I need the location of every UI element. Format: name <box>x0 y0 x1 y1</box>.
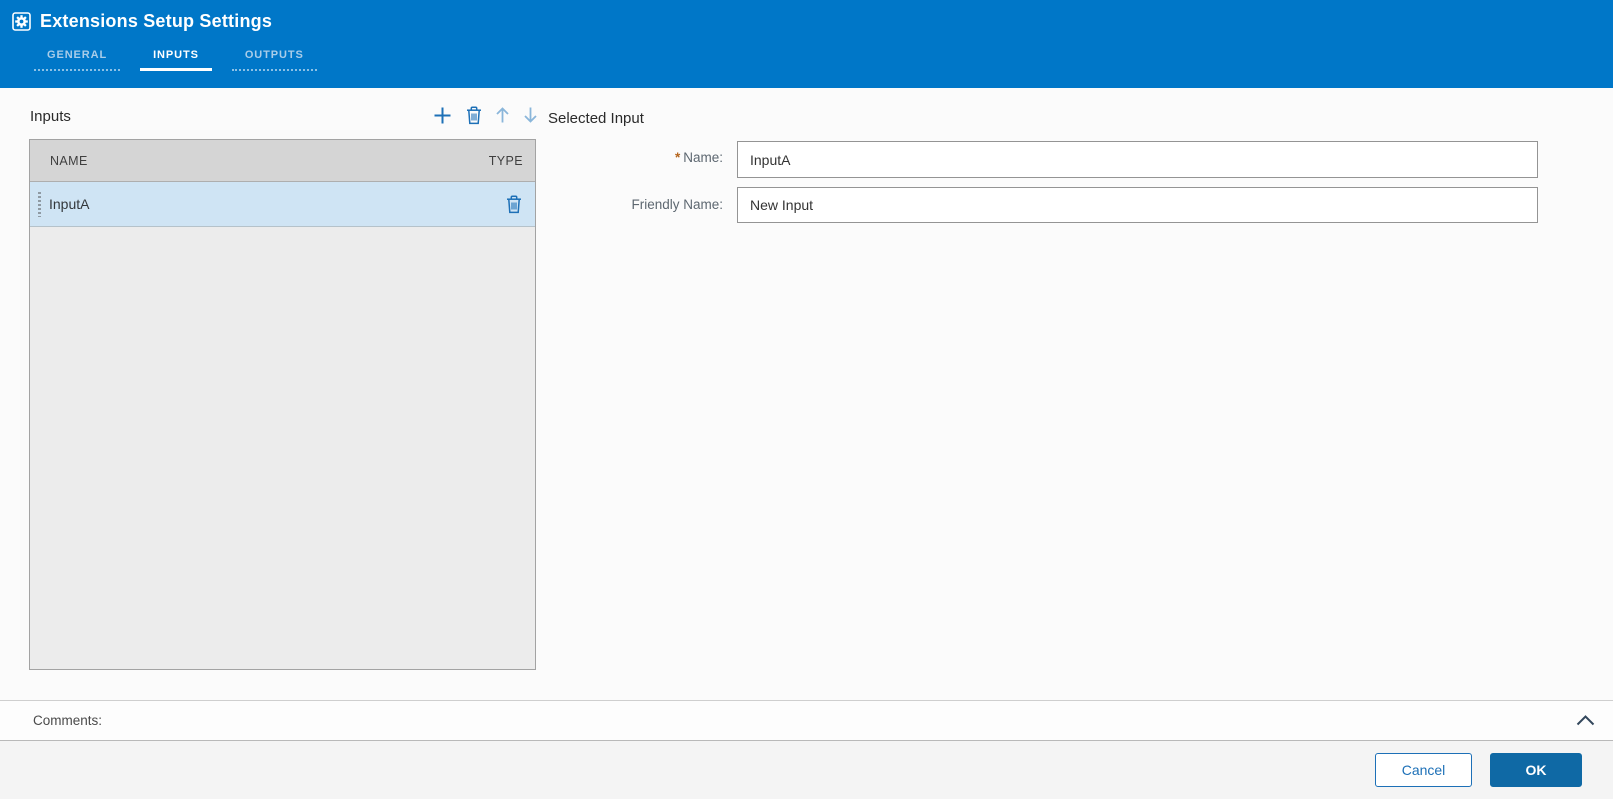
input-row-name: InputA <box>49 196 90 212</box>
titlebar: Extensions Setup Settings GENERAL INPUTS… <box>0 0 1613 88</box>
cancel-button[interactable]: Cancel <box>1375 753 1472 787</box>
move-input-up-button[interactable] <box>495 106 510 124</box>
comments-bar[interactable]: Comments: <box>0 700 1613 741</box>
add-icon <box>432 105 453 126</box>
delete-icon <box>466 106 482 125</box>
chevron-up-icon <box>1576 715 1595 726</box>
drag-handle-icon[interactable] <box>38 192 41 217</box>
name-field-label: * Name: <box>448 150 723 165</box>
gear-in-square-icon <box>12 12 31 31</box>
move-down-icon <box>523 106 538 124</box>
page-title: Extensions Setup Settings <box>40 11 273 31</box>
tab-general[interactable]: GENERAL <box>34 44 121 71</box>
extensions-setup-dialog: Extensions Setup Settings GENERAL INPUTS… <box>0 0 1613 799</box>
inputs-list-title: Inputs <box>30 108 71 125</box>
friendly-name-input[interactable] <box>737 187 1538 223</box>
inputs-list-toolbar <box>412 101 538 129</box>
move-up-icon <box>495 106 510 124</box>
comments-label: Comments: <box>33 713 103 728</box>
dialog-footer: Cancel OK <box>0 741 1613 799</box>
tab-outputs[interactable]: OUTPUTS <box>231 44 317 71</box>
tab-bar: GENERAL INPUTS OUTPUTS <box>34 44 337 71</box>
friendly-name-field-label: Friendly Name: <box>448 197 723 212</box>
delete-input-button[interactable] <box>466 106 482 125</box>
comments-collapse-button[interactable] <box>1572 711 1599 730</box>
name-field-label-text: Name: <box>683 150 723 165</box>
required-asterisk: * <box>674 150 681 165</box>
tab-inputs[interactable]: INPUTS <box>140 44 212 71</box>
name-input[interactable] <box>737 141 1538 178</box>
friendly-name-label-text: Friendly Name: <box>631 197 723 212</box>
ok-button[interactable]: OK <box>1490 753 1582 787</box>
title-row: Extensions Setup Settings <box>12 11 272 32</box>
selected-input-title: Selected Input <box>548 110 644 127</box>
column-header-name: NAME <box>50 153 88 168</box>
inputs-table: NAME TYPE InputA <box>29 139 536 670</box>
move-input-down-button[interactable] <box>523 106 538 124</box>
add-input-button[interactable] <box>432 105 453 126</box>
